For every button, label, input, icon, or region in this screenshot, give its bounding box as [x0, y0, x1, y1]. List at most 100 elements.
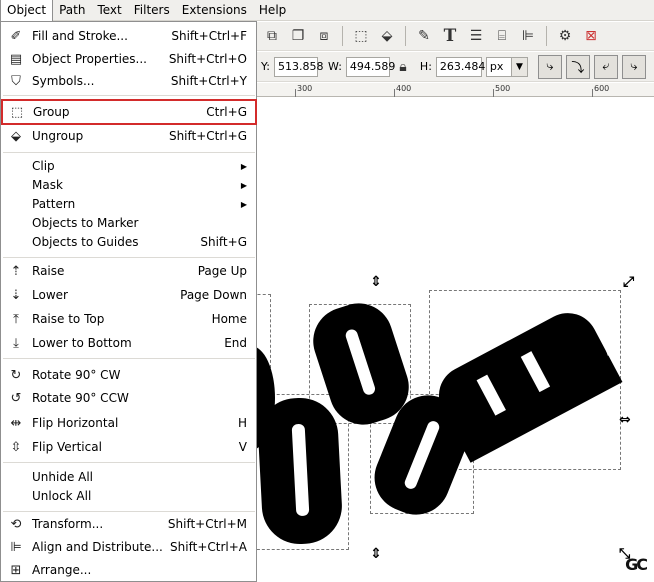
fill-stroke-icon: ✐ [10, 28, 22, 44]
menu-item-accel: V [238, 440, 247, 454]
scale-corners-icon[interactable]: ⤵ [565, 54, 590, 79]
menu-item-object-properties[interactable]: ▤ Object Properties... Shift+Ctrl+O [2, 48, 255, 70]
menu-divider [3, 511, 255, 512]
group-toolbar-icon[interactable]: ⬚ [350, 25, 372, 47]
menu-item-label: Raise [32, 264, 65, 278]
command-toolbar: ⧉ ❐ ⧈ ⬚ ⬙ ✎ T ☰ ⌸ ⊫ ⚙ ⊠ [257, 22, 654, 51]
flip-horizontal-icon: ⇹ [10, 415, 22, 431]
text-tool-icon[interactable]: T [439, 25, 461, 47]
menu-item-flip-horizontal[interactable]: ⇹ Flip Horizontal H [2, 412, 255, 434]
menu-item-transform[interactable]: ⟲ Transform... Shift+Ctrl+M [2, 513, 255, 535]
menu-divider [3, 462, 255, 463]
ruler-label: 500 [495, 84, 511, 93]
menu-item-label: Raise to Top [32, 312, 105, 326]
layers-icon[interactable]: ☰ [465, 25, 487, 47]
scale-handle-bottom[interactable]: ⇕ [370, 546, 382, 562]
flip-vertical-icon: ⇳ [10, 439, 22, 455]
transform-icon: ⟲ [10, 516, 22, 532]
menu-item-label: Symbols... [32, 74, 95, 88]
menu-divider [3, 257, 255, 258]
y-label: Y: [261, 60, 270, 73]
menu-item-accel: End [224, 336, 247, 350]
move-gradients-icon[interactable]: ⤶ [593, 54, 618, 79]
letter-o1-shape [258, 397, 342, 545]
menu-item-rotate-ccw[interactable]: ↺ Rotate 90° CCW [2, 387, 255, 409]
menu-item-lower[interactable]: ⇣ Lower Page Down [2, 284, 255, 306]
menu-item-rotate-cw[interactable]: ↻ Rotate 90° CW [2, 364, 255, 386]
menu-item-label: Lower to Bottom [32, 336, 132, 350]
scale-handle-right[interactable]: ⇔ [619, 412, 631, 428]
unit-select[interactable]: px ▼ [485, 56, 528, 77]
empty-icon-slot [4, 467, 28, 487]
menu-item-accel: Shift+Ctrl+G [168, 129, 247, 143]
w-field[interactable]: 494.589 [345, 56, 395, 77]
menu-item-label: Group [33, 105, 70, 119]
menu-item-accel: Page Up [197, 264, 247, 278]
lock-icon[interactable]: 🔒︎ [394, 56, 412, 78]
menu-item-align-distribute[interactable]: ⊫ Align and Distribute... Shift+Ctrl+A [2, 536, 255, 558]
menu-item-label: Align and Distribute... [32, 540, 163, 554]
empty-icon-slot [4, 213, 28, 233]
menu-divider [3, 152, 255, 153]
duplicate-icon[interactable]: ⧉ [261, 25, 283, 47]
ruler-tick [295, 89, 296, 97]
menu-item-flip-vertical[interactable]: ⇳ Flip Vertical V [2, 436, 255, 458]
menu-item-fill-and-stroke[interactable]: ✐ Fill and Stroke... Shift+Ctrl+F [2, 25, 255, 47]
empty-icon-slot [4, 156, 28, 176]
align-icon: ⊫ [10, 539, 22, 555]
menu-item-unlock-all[interactable]: Unlock All [2, 485, 255, 507]
empty-icon-slot [4, 486, 28, 506]
empty-icon-slot [4, 232, 28, 252]
menu-item-ungroup[interactable]: ⬙ Ungroup Shift+Ctrl+G [2, 125, 255, 147]
menu-item-label: Objects to Guides [32, 235, 139, 249]
menu-item-raise[interactable]: ⇡ Raise Page Up [2, 260, 255, 282]
menu-item-label: Fill and Stroke... [32, 29, 128, 43]
menu-path[interactable]: Path [53, 0, 91, 21]
horizontal-ruler: 300 400 500 600 [257, 83, 654, 97]
menu-item-arrange[interactable]: ⊞ Arrange... [2, 559, 255, 581]
menu-item-objects-to-guides[interactable]: Objects to Guides Shift+G [2, 231, 255, 253]
align-toolbar-icon[interactable]: ⊫ [517, 25, 539, 47]
unit-value: px [485, 56, 512, 77]
menu-text[interactable]: Text [91, 0, 127, 21]
move-patterns-icon[interactable]: ⤷ [621, 54, 646, 79]
drawing-canvas[interactable]: ⇕ ⤢ ⇔ ⇕ ⤡ GC [257, 98, 654, 582]
raise-icon: ⇡ [10, 263, 22, 279]
ungroup-icon: ⬙ [11, 128, 21, 144]
preferences-icon[interactable]: ⚙ [554, 25, 576, 47]
xml-editor-icon[interactable]: ⌸ [491, 25, 513, 47]
scale-stroke-icon[interactable]: ⤷ [537, 54, 562, 79]
menu-extensions[interactable]: Extensions [176, 0, 253, 21]
object-menu: ✐ Fill and Stroke... Shift+Ctrl+F ▤ Obje… [0, 21, 257, 582]
fill-stroke-toolbar-icon[interactable]: ✎ [413, 25, 435, 47]
toolbar-separator [342, 26, 343, 46]
clone-icon[interactable]: ❐ [287, 25, 309, 47]
menu-item-label: Lower [32, 288, 68, 302]
menu-item-lower-to-bottom[interactable]: ⤓ Lower to Bottom End [2, 332, 255, 354]
menu-help[interactable]: Help [253, 0, 292, 21]
scale-handle-top[interactable]: ⇕ [370, 274, 382, 290]
watermark-logo: GC [625, 555, 648, 574]
h-field[interactable]: 263.484 [435, 56, 485, 77]
scale-handle-top-right[interactable]: ⤢ [623, 274, 634, 290]
document-properties-icon[interactable]: ⊠ [580, 25, 602, 47]
toolbar-separator [405, 26, 406, 46]
menu-item-accel: H [237, 416, 247, 430]
y-field[interactable]: 513.858 [273, 56, 323, 77]
submenu-arrow-icon: ▶ [240, 161, 247, 171]
menu-item-raise-to-top[interactable]: ⤒ Raise to Top Home [2, 308, 255, 330]
menu-item-symbols[interactable]: ⛉ Symbols... Shift+Ctrl+Y [2, 70, 255, 92]
menu-item-label: Transform... [32, 517, 104, 531]
menu-item-group[interactable]: ⬚ Group Ctrl+G [1, 99, 257, 125]
menu-filters[interactable]: Filters [128, 0, 176, 21]
boom-artwork[interactable] [257, 98, 654, 582]
chevron-down-icon: ▼ [511, 56, 528, 77]
raise-to-top-icon: ⤒ [13, 311, 19, 327]
submenu-arrow-icon: ▶ [240, 199, 247, 209]
ruler-tick [592, 89, 593, 97]
ruler-label: 600 [594, 84, 610, 93]
unlink-clone-icon[interactable]: ⧈ [313, 25, 335, 47]
ungroup-toolbar-icon[interactable]: ⬙ [376, 25, 398, 47]
menu-item-label: Mask [32, 178, 63, 192]
menu-object[interactable]: Object [0, 0, 54, 21]
